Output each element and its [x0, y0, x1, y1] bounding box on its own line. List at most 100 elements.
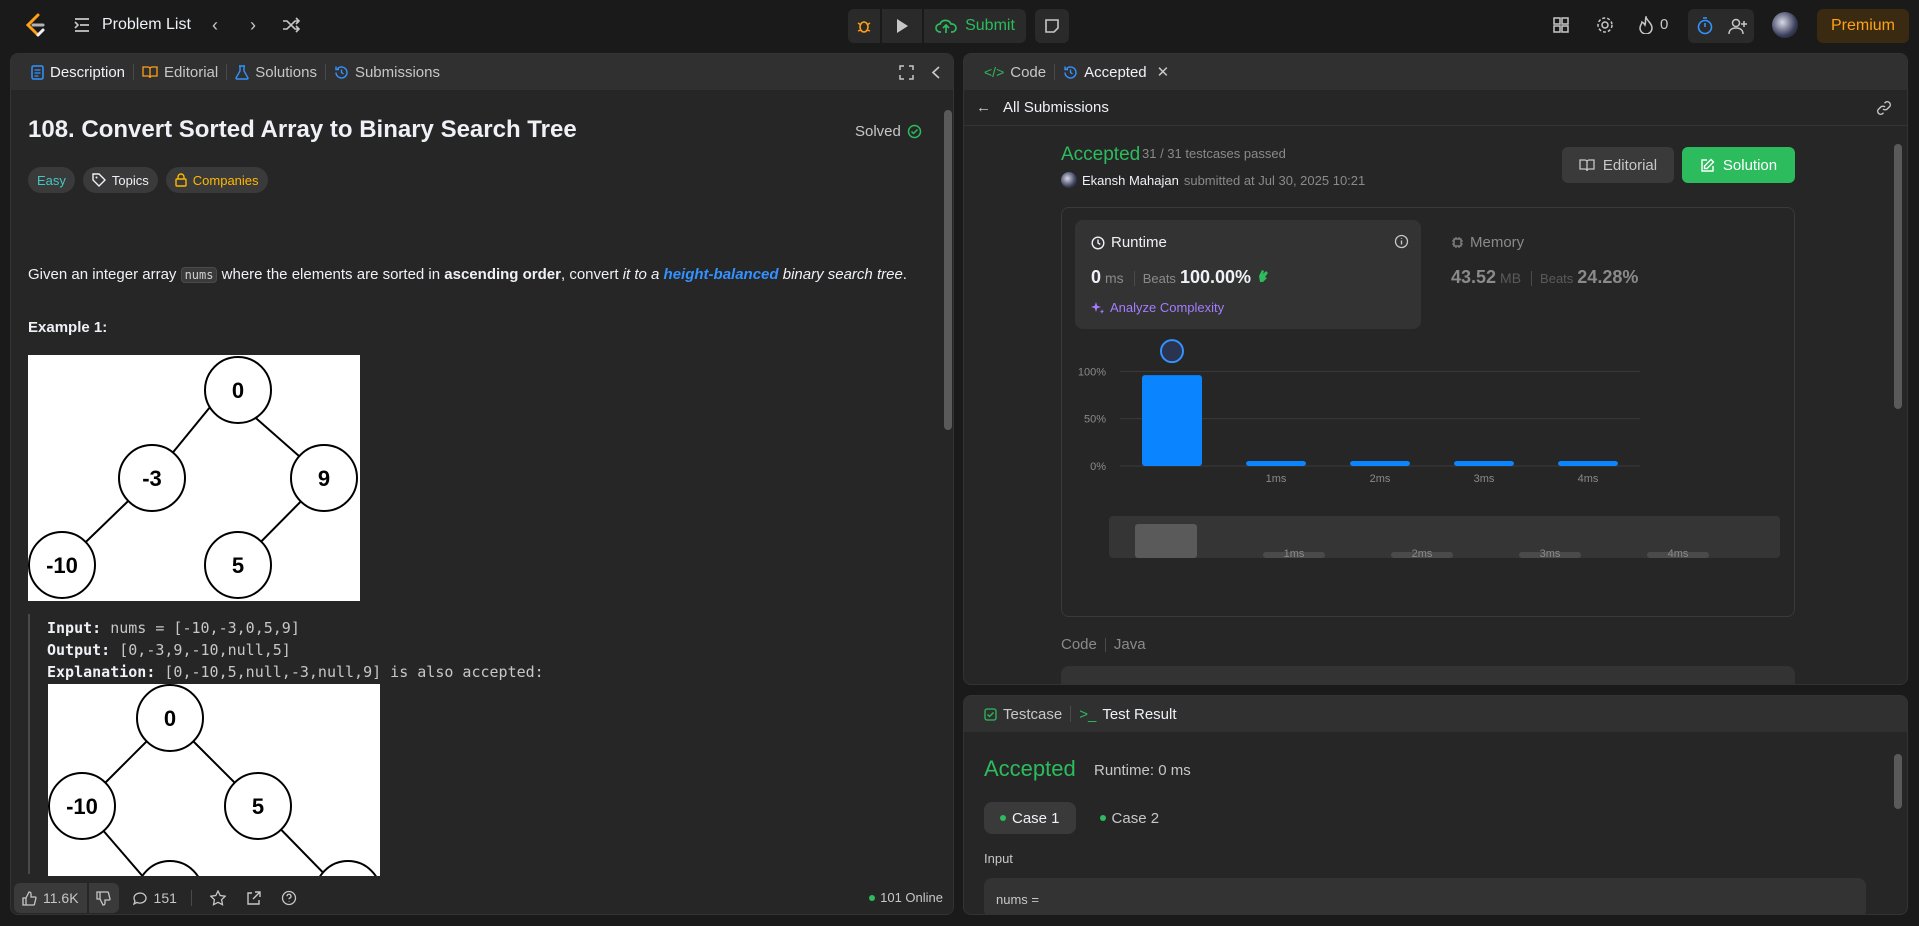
settings-gear-icon[interactable]	[1596, 16, 1614, 34]
checkbox-icon	[984, 707, 997, 721]
next-problem-icon[interactable]: ›	[242, 14, 264, 36]
lock-icon	[175, 173, 187, 187]
y-tick-label: 100%	[1078, 366, 1106, 378]
tab-accepted[interactable]: Accepted ✕	[1055, 54, 1177, 90]
tab-description[interactable]: Description	[23, 54, 133, 90]
tab-testcase[interactable]: Testcase	[976, 696, 1070, 732]
leetcode-logo-icon[interactable]	[22, 12, 48, 38]
back-arrow-icon[interactable]: ←	[976, 99, 991, 116]
tab-submissions-label: Submissions	[354, 63, 440, 81]
case-tabs: Case 1 Case 2	[984, 802, 1175, 834]
explanation-value: [0,-10,5,null,-3,null,9] is also accepte…	[155, 663, 544, 681]
share-icon[interactable]	[246, 890, 261, 906]
desc-text: where the elements are sorted in	[217, 266, 445, 283]
topics-pill[interactable]: Topics	[82, 167, 158, 193]
description-scrollbar[interactable]	[944, 110, 952, 430]
memory-card[interactable]: Memory 43.52 MB Beats 24.28%	[1451, 220, 1751, 329]
user-avatar[interactable]	[1772, 12, 1798, 38]
test-tab-bar: Testcase >_ Test Result	[964, 696, 1907, 732]
notes-button[interactable]	[1035, 9, 1069, 43]
chip-icon	[1452, 237, 1463, 248]
y-tick-label: 50%	[1084, 414, 1106, 426]
tree-node-label: 5	[252, 794, 264, 819]
pass-dot	[1099, 815, 1106, 821]
code-viewer[interactable]	[1061, 666, 1795, 684]
document-icon	[31, 64, 44, 80]
tag-icon	[92, 173, 106, 187]
link-icon[interactable]	[1876, 100, 1892, 116]
star-icon[interactable]	[209, 890, 226, 906]
book-icon	[1579, 159, 1595, 172]
output-label: Output:	[47, 641, 111, 659]
solution-button[interactable]: Solution	[1682, 147, 1795, 183]
debug-button[interactable]	[848, 9, 880, 43]
runtime-card[interactable]: Runtime 0 ms Beats 100.00% Analyze Compl…	[1075, 220, 1421, 329]
input-heading: Input	[984, 851, 1013, 866]
close-tab-icon[interactable]: ✕	[1157, 63, 1170, 81]
problem-list-icon[interactable]	[73, 16, 91, 34]
comments-button[interactable]: 151	[132, 890, 177, 906]
desc-text: .	[902, 266, 907, 283]
online-dot	[869, 894, 876, 901]
memory-value-row: 43.52 MB Beats 24.28%	[1451, 267, 1638, 288]
chart-bar	[1558, 461, 1618, 466]
premium-button[interactable]: Premium	[1817, 9, 1909, 43]
tree-node-label: 0	[164, 706, 176, 731]
tree-edges	[61, 389, 325, 566]
collapse-panel-icon[interactable]	[931, 65, 941, 80]
submission-scrollbar[interactable]	[1894, 144, 1902, 409]
x-tick-label: 2ms	[1370, 473, 1391, 485]
tree-node-label: -10	[66, 794, 98, 819]
timer-icon[interactable]	[1696, 17, 1714, 35]
memory-value: 43.52	[1451, 267, 1497, 287]
tree-nodes	[28, 356, 358, 599]
input-var: nums =	[996, 892, 1039, 907]
shuffle-icon[interactable]	[280, 14, 302, 36]
input-label: Input:	[47, 619, 102, 637]
layout-grid-icon[interactable]	[1552, 16, 1570, 34]
case-1-tab[interactable]: Case 1	[984, 802, 1076, 834]
thumbs-down-icon	[96, 890, 111, 906]
help-icon[interactable]	[281, 890, 297, 906]
analyze-complexity-button[interactable]: Analyze Complexity	[1091, 300, 1224, 315]
online-indicator: 101 Online	[869, 890, 943, 905]
example-heading: Example 1:	[28, 319, 108, 336]
tab-code[interactable]: </> Code	[976, 54, 1054, 90]
tab-code-label: Code	[1010, 63, 1047, 81]
brush-bar	[1135, 524, 1197, 558]
height-balanced-link[interactable]: height-balanced	[664, 266, 779, 283]
tab-solutions[interactable]: Solutions	[227, 54, 325, 90]
result-scrollbar[interactable]	[1894, 754, 1902, 809]
info-icon[interactable]	[1394, 234, 1409, 249]
editorial-button[interactable]: Editorial	[1562, 147, 1674, 183]
streak-fire-icon[interactable]	[1638, 16, 1654, 34]
runtime-distribution-chart: 0%50%100%150%1ms2ms3ms4ms1ms2ms3ms4ms	[1078, 339, 1780, 560]
add-user-icon[interactable]	[1728, 17, 1748, 35]
difficulty-pill[interactable]: Easy	[28, 167, 75, 193]
like-button[interactable]: 11.6K	[14, 883, 87, 913]
fullscreen-icon[interactable]	[899, 65, 914, 80]
submitter-avatar[interactable]	[1061, 172, 1077, 188]
desc-text: Given an integer array	[28, 266, 181, 283]
tab-test-result[interactable]: >_ Test Result	[1071, 696, 1184, 732]
run-button[interactable]	[882, 9, 922, 43]
submission-subheader: ← All Submissions	[964, 90, 1907, 126]
all-submissions-link[interactable]: All Submissions	[1003, 99, 1109, 116]
dislike-button[interactable]	[88, 883, 119, 913]
footer-divider	[190, 890, 192, 906]
submit-button[interactable]: Submit	[924, 9, 1026, 43]
submitter-name[interactable]: Ekansh Mahajan	[1082, 173, 1179, 188]
desc-italic: binary search tree	[778, 266, 903, 283]
tab-editorial[interactable]: Editorial	[134, 54, 226, 90]
tab-accepted-label: Accepted	[1084, 63, 1147, 81]
brush-label: 3ms	[1540, 548, 1561, 560]
problem-title: 108. Convert Sorted Array to Binary Sear…	[28, 116, 577, 143]
prev-problem-icon[interactable]: ‹	[204, 14, 226, 36]
companies-pill[interactable]: Companies	[165, 167, 268, 193]
runtime-title: Runtime	[1091, 234, 1167, 251]
problem-list-link[interactable]: Problem List	[102, 16, 191, 34]
tab-submissions[interactable]: Submissions	[326, 54, 448, 90]
case-2-tab[interactable]: Case 2	[1084, 802, 1176, 834]
clap-icon	[1259, 270, 1268, 282]
online-count: 101 Online	[880, 890, 943, 905]
